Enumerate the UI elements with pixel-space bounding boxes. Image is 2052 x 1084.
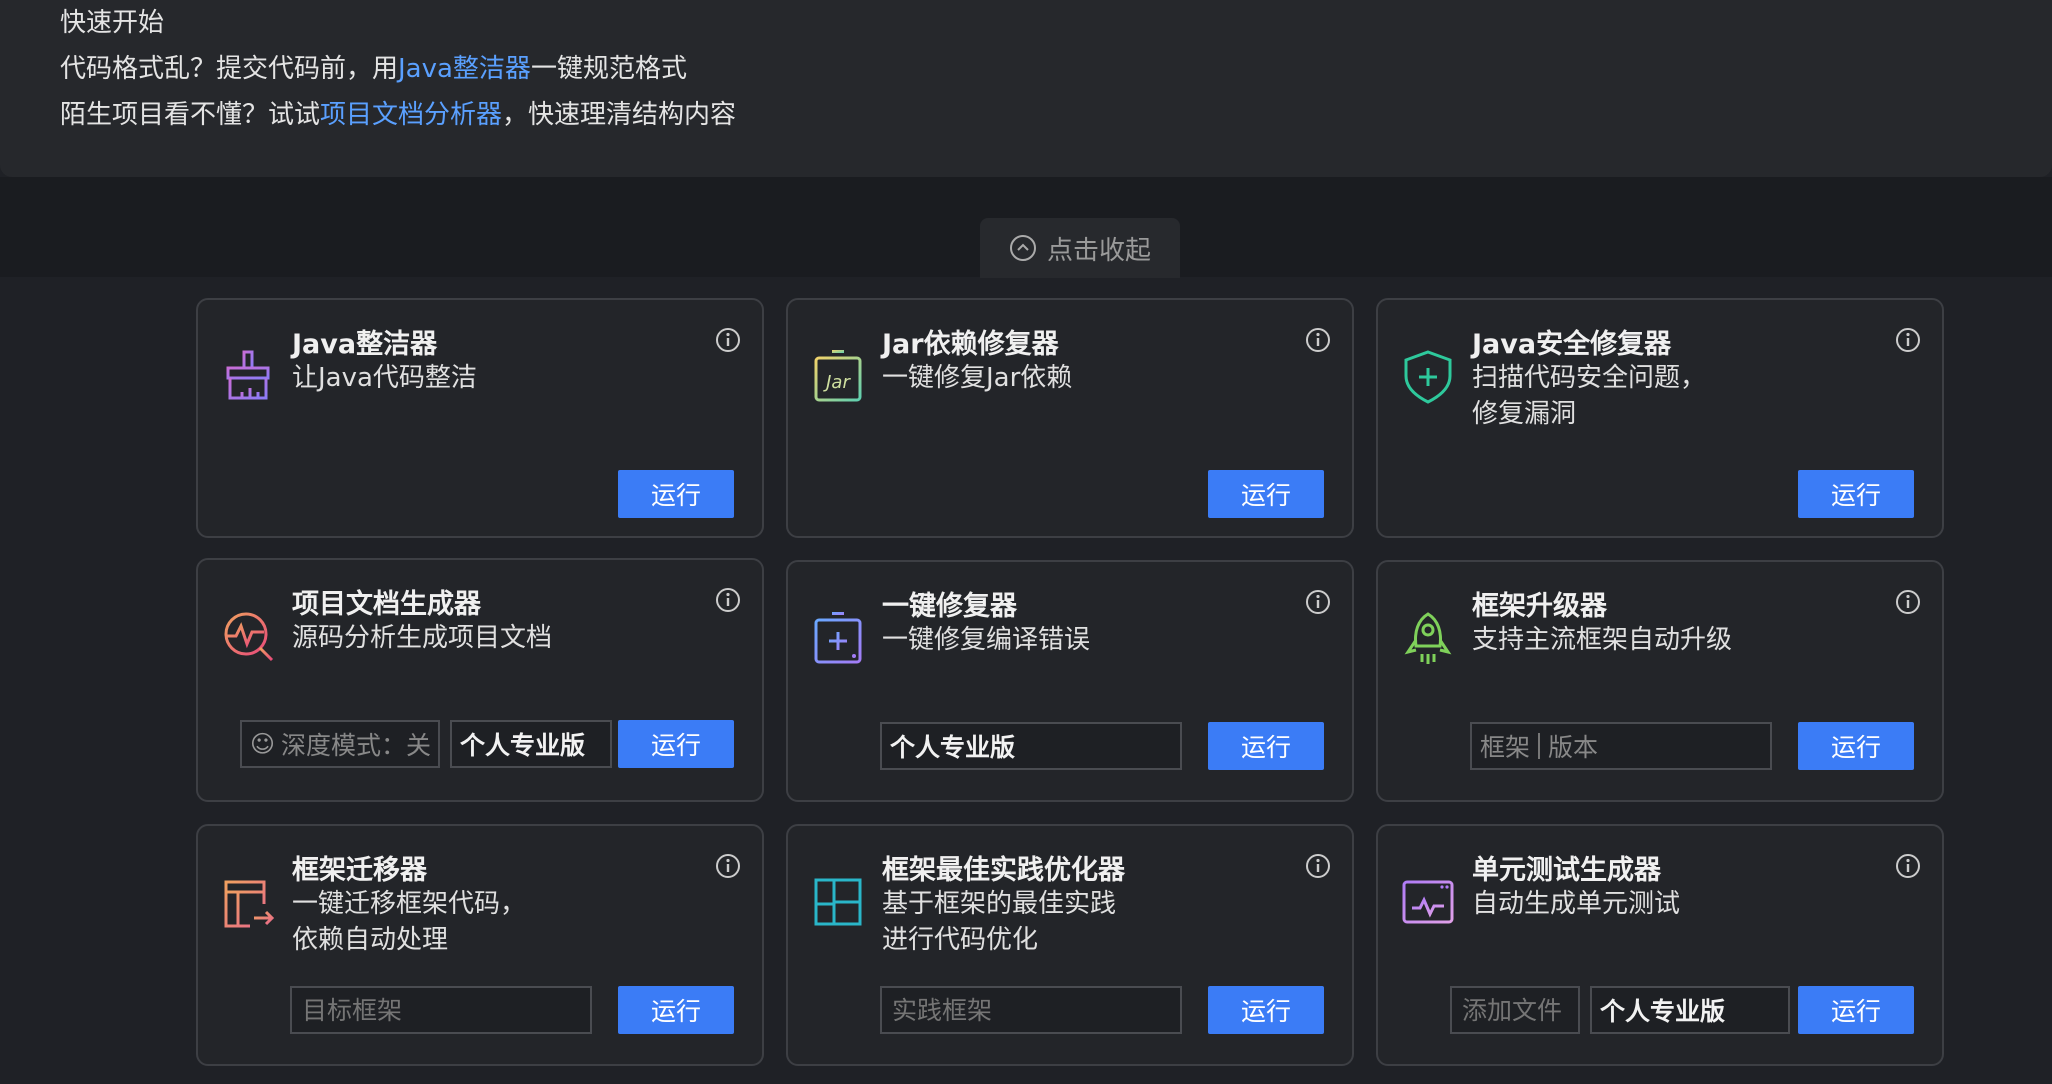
collapse-label: 点击收起 (1046, 235, 1151, 266)
info-icon[interactable] (1894, 588, 1922, 616)
card-jar-fixer: Jar Jar依赖修复器 一键修复Jar依赖 运行 (786, 298, 1354, 538)
card-desc: 一键修复Jar依赖 (882, 363, 1073, 393)
run-button[interactable]: 运行 (618, 986, 734, 1034)
shield-plus-icon (1400, 348, 1456, 404)
run-button[interactable]: 运行 (1798, 470, 1914, 518)
card-desc: 扫描代码安全问题， 修复漏洞 (1472, 363, 1707, 429)
framework-version-input[interactable]: 框架 版本 (1470, 722, 1772, 770)
card-doc-generator: 项目文档生成器 源码分析生成项目文档 ☺ 深度模式：关 个人专业版 运行 (196, 558, 764, 802)
card-java-cleaner: Java整洁器 让Java代码整洁 运行 (196, 298, 764, 538)
card-desc: 一键修复编译错误 (882, 625, 1091, 655)
framework-placeholder: 框架 (1480, 733, 1531, 762)
card-title: 框架升级器 (1472, 591, 1607, 622)
info-icon[interactable] (1894, 326, 1922, 354)
add-file-input[interactable] (1450, 986, 1580, 1034)
quick-start-tip-1: 代码格式乱？提交代码前，用Java整洁器一键规范格式 (60, 54, 687, 84)
test-window-icon (1400, 874, 1456, 930)
chevron-up-circle-icon (1009, 235, 1036, 261)
layout-icon (810, 874, 866, 930)
broom-icon (220, 348, 276, 404)
card-title: 框架迁移器 (292, 855, 427, 886)
collapse-button[interactable]: 点击收起 (980, 218, 1180, 278)
card-title: 项目文档生成器 (292, 589, 481, 620)
card-title: 单元测试生成器 (1472, 855, 1661, 886)
run-button[interactable]: 运行 (1208, 470, 1324, 518)
card-title: 一键修复器 (882, 591, 1017, 622)
quick-start-heading: 快速开始 (60, 8, 165, 38)
card-unit-test-generator: 单元测试生成器 自动生成单元测试 个人专业版 运行 (1376, 824, 1944, 1066)
target-framework-input[interactable] (290, 986, 592, 1034)
edition-select[interactable]: 个人专业版 (1590, 986, 1790, 1034)
info-icon[interactable] (714, 326, 742, 354)
card-title: Java整洁器 (292, 329, 438, 360)
card-java-security-fixer: Java安全修复器 扫描代码安全问题， 修复漏洞 运行 (1376, 298, 1944, 538)
run-button[interactable]: 运行 (618, 470, 734, 518)
practice-framework-input[interactable] (880, 986, 1182, 1034)
quick-start-tip-2: 陌生项目看不懂？试试项目文档分析器，快速理清结构内容 (60, 100, 737, 130)
card-framework-migrator: 框架迁移器 一键迁移框架代码，依赖自动处理 运行 (196, 824, 764, 1066)
deep-mode-toggle[interactable]: ☺ 深度模式：关 (240, 720, 440, 768)
jar-icon: Jar (810, 348, 866, 404)
card-title: 框架最佳实践优化器 (882, 855, 1125, 886)
doc-analysis-icon (220, 608, 276, 664)
run-button[interactable]: 运行 (618, 720, 734, 768)
card-desc: 支持主流框架自动升级 (1472, 625, 1733, 655)
card-desc: 基于框架的最佳实践 进行代码优化 (882, 889, 1117, 955)
card-desc: 一键迁移框架代码， 依赖自动处理 (292, 889, 527, 955)
quick-start-panel: 快速开始 代码格式乱？提交代码前，用Java整洁器一键规范格式 陌生项目看不懂？… (0, 0, 2052, 177)
info-icon[interactable] (1304, 852, 1332, 880)
svg-text:Jar: Jar (823, 372, 851, 393)
run-button[interactable]: 运行 (1798, 722, 1914, 770)
info-icon[interactable] (1304, 326, 1332, 354)
version-placeholder: 版本 (1548, 733, 1599, 762)
card-one-click-fixer: 一键修复器 一键修复编译错误 个人专业版 运行 (786, 560, 1354, 802)
brain-icon: ☺ (250, 730, 276, 758)
card-desc: 源码分析生成项目文档 (292, 623, 553, 653)
doc-analyzer-link[interactable]: 项目文档分析器 (320, 100, 502, 130)
migrate-icon (220, 874, 276, 930)
java-cleaner-link[interactable]: Java整洁器 (398, 54, 531, 84)
edition-select[interactable]: 个人专业版 (880, 722, 1182, 770)
card-desc: 自动生成单元测试 (1472, 889, 1681, 919)
run-button[interactable]: 运行 (1798, 986, 1914, 1034)
card-best-practice-optimizer: 框架最佳实践优化器 基于框架的最佳实践进行代码优化 运行 (786, 824, 1354, 1066)
card-title: Java安全修复器 (1472, 329, 1672, 360)
run-button[interactable]: 运行 (1208, 722, 1324, 770)
card-desc: 让Java代码整洁 (292, 363, 477, 393)
card-title: Jar依赖修复器 (882, 329, 1059, 360)
rocket-icon (1400, 610, 1456, 666)
run-button[interactable]: 运行 (1208, 986, 1324, 1034)
edition-select[interactable]: 个人专业版 (450, 720, 612, 768)
info-icon[interactable] (1304, 588, 1332, 616)
info-icon[interactable] (714, 586, 742, 614)
info-icon[interactable] (714, 852, 742, 880)
fix-box-icon (810, 610, 866, 666)
info-icon[interactable] (1894, 852, 1922, 880)
card-framework-upgrader: 框架升级器 支持主流框架自动升级 框架 版本 运行 (1376, 560, 1944, 802)
